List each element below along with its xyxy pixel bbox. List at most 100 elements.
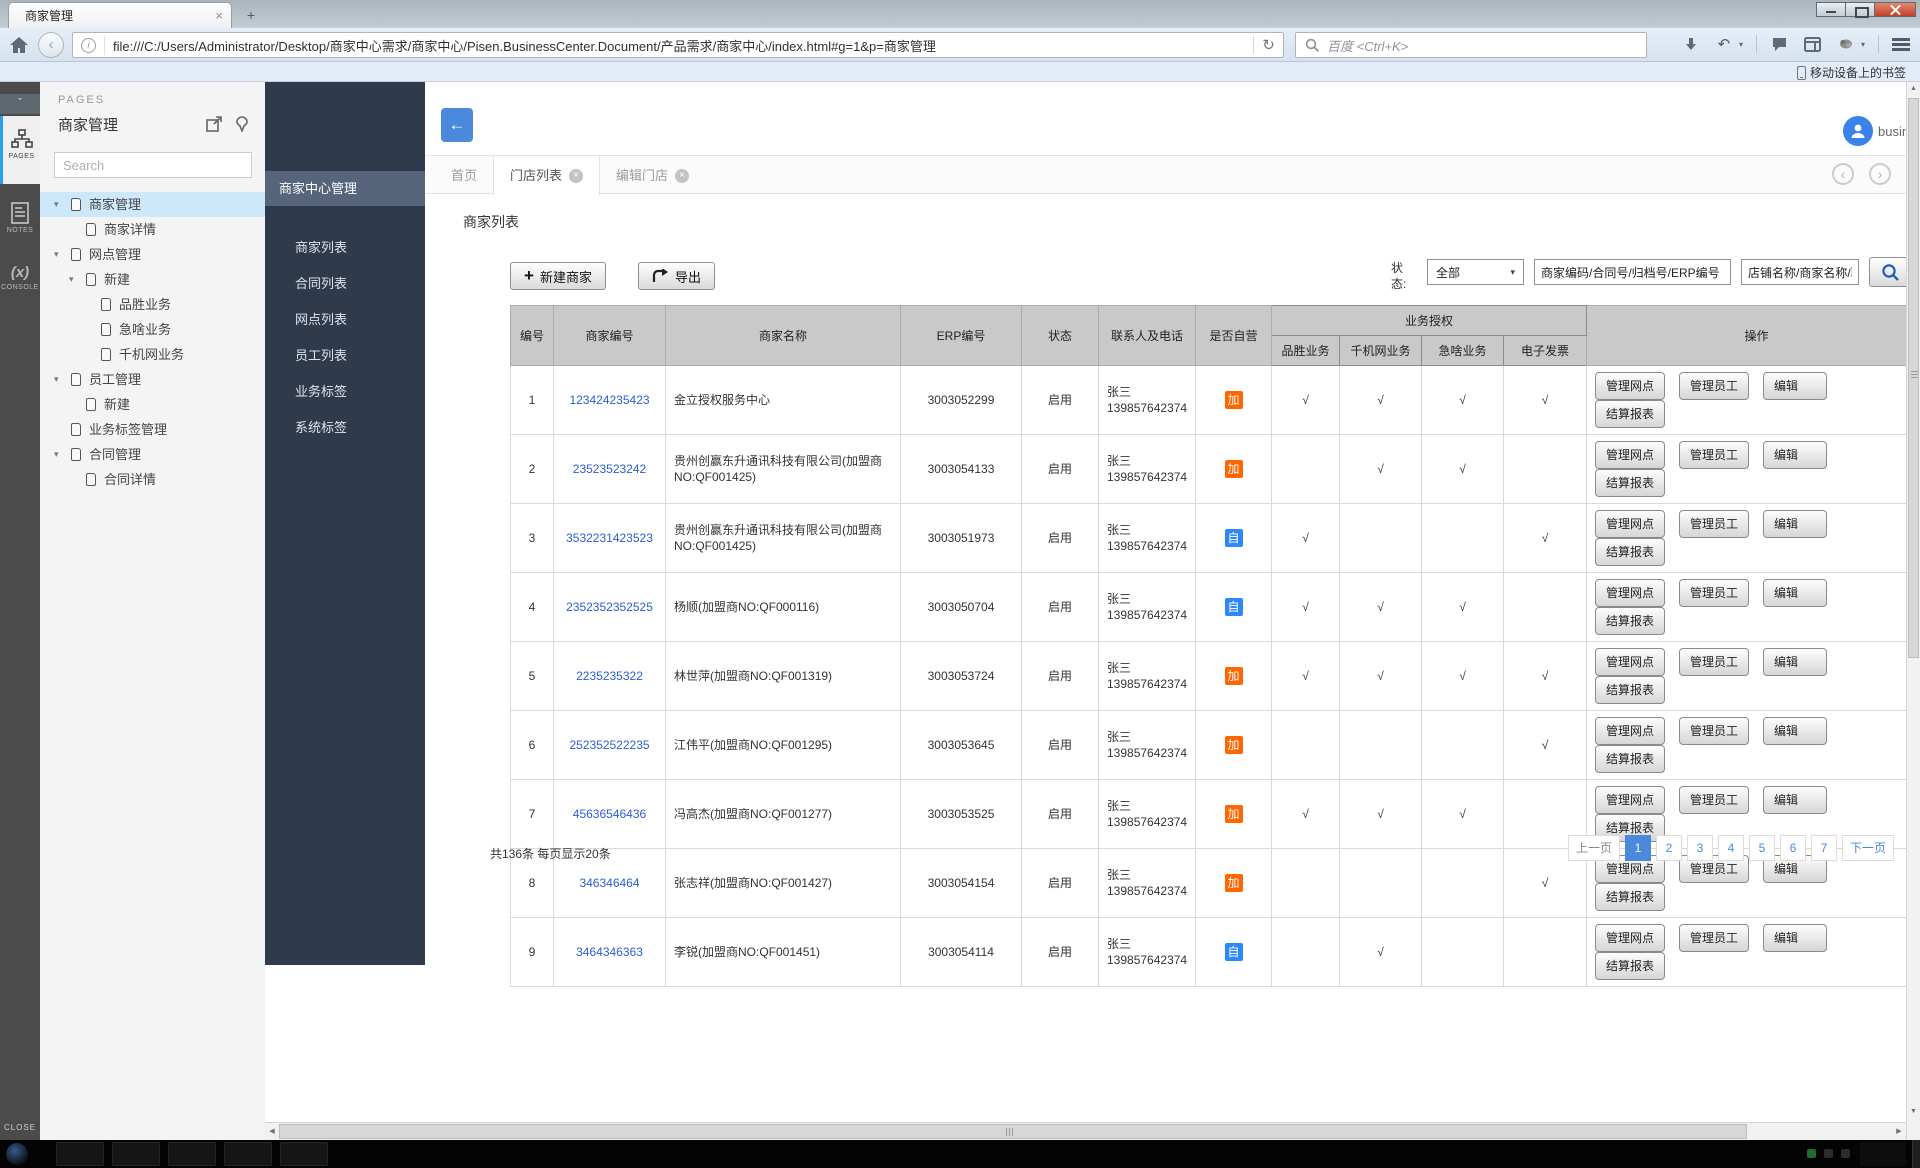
merchant-code-link[interactable]: 252352522235 bbox=[569, 738, 649, 752]
merchant-code-link[interactable]: 45636546436 bbox=[573, 807, 646, 821]
page-button-7[interactable]: 7 bbox=[1811, 835, 1837, 861]
tree-item[interactable]: 千机网业务 bbox=[40, 342, 265, 367]
merchant-code-link[interactable]: 2235235322 bbox=[576, 669, 643, 683]
status-select[interactable]: 全部 ▾ bbox=[1427, 259, 1524, 285]
content-tab[interactable]: 门店列表× bbox=[493, 156, 600, 195]
sidebar-item-6[interactable]: 系统标签 bbox=[265, 410, 425, 446]
page-button-3[interactable]: 3 bbox=[1687, 835, 1713, 861]
page-button-1[interactable]: 1 bbox=[1625, 835, 1651, 861]
action-button-管理网点[interactable]: 管理网点 bbox=[1595, 372, 1665, 400]
chat-icon[interactable] bbox=[1770, 34, 1790, 54]
action-button-管理员工[interactable]: 管理员工 bbox=[1679, 717, 1749, 745]
rail-item-pages[interactable]: PAGES bbox=[0, 116, 40, 184]
horizontal-scrollbar[interactable]: ◀ ▶ bbox=[265, 1122, 1906, 1140]
rail-close-button[interactable]: CLOSE bbox=[0, 1123, 40, 1132]
action-button-结算报表[interactable]: 结算报表 bbox=[1595, 469, 1665, 497]
action-button-结算报表[interactable]: 结算报表 bbox=[1595, 400, 1665, 428]
page-info-icon[interactable]: i bbox=[81, 38, 96, 53]
next-page-button[interactable]: 下一页 bbox=[1842, 835, 1894, 861]
action-button-管理网点[interactable]: 管理网点 bbox=[1595, 717, 1665, 745]
action-button-编辑[interactable]: 编辑 bbox=[1763, 510, 1827, 538]
start-button[interactable] bbox=[6, 1143, 28, 1165]
tray-icon[interactable] bbox=[1807, 1149, 1816, 1158]
merchant-code-link[interactable]: 3532231423523 bbox=[566, 531, 653, 545]
taskbar-app[interactable] bbox=[280, 1142, 328, 1166]
tree-item[interactable]: 新建 bbox=[40, 392, 265, 417]
shop-name-input[interactable] bbox=[1741, 259, 1859, 285]
action-button-管理网点[interactable]: 管理网点 bbox=[1595, 786, 1665, 814]
sidebar-item-1[interactable]: 商家列表 bbox=[265, 230, 425, 266]
taskbar-app[interactable] bbox=[224, 1142, 272, 1166]
content-tab[interactable]: 编辑门店× bbox=[600, 156, 705, 195]
home-icon[interactable] bbox=[8, 34, 30, 56]
action-button-管理员工[interactable]: 管理员工 bbox=[1679, 441, 1749, 469]
action-button-管理员工[interactable]: 管理员工 bbox=[1679, 579, 1749, 607]
avatar[interactable] bbox=[1843, 116, 1873, 146]
action-button-结算报表[interactable]: 结算报表 bbox=[1595, 952, 1665, 980]
tree-expand-icon[interactable]: ▾ bbox=[54, 442, 64, 467]
new-tab-button[interactable]: + bbox=[238, 6, 264, 25]
sidebar-item-4[interactable]: 员工列表 bbox=[265, 338, 425, 374]
action-button-管理员工[interactable]: 管理员工 bbox=[1679, 786, 1749, 814]
taskbar-app[interactable] bbox=[112, 1142, 160, 1166]
tree-item[interactable]: ▾新建 bbox=[40, 267, 265, 292]
search-button[interactable] bbox=[1869, 257, 1906, 287]
action-button-编辑[interactable]: 编辑 bbox=[1763, 579, 1827, 607]
new-merchant-button[interactable]: + 新建商家 bbox=[510, 262, 606, 290]
url-bar[interactable]: i file:///C:/Users/Administrator/Desktop… bbox=[72, 32, 1284, 58]
minimize-button[interactable] bbox=[1816, 2, 1846, 17]
merchant-code-link[interactable]: 3464346363 bbox=[576, 945, 643, 959]
scroll-down-icon[interactable]: ▼ bbox=[1907, 1108, 1920, 1115]
tree-expand-icon[interactable]: ▾ bbox=[54, 192, 64, 217]
action-button-管理员工[interactable]: 管理员工 bbox=[1679, 510, 1749, 538]
tree-expand-icon[interactable]: ▾ bbox=[54, 242, 64, 267]
action-button-结算报表[interactable]: 结算报表 bbox=[1595, 607, 1665, 635]
vertical-scroll-thumb[interactable] bbox=[1908, 98, 1919, 658]
sidebar-item-3[interactable]: 网点列表 bbox=[265, 302, 425, 338]
tab-scroll-right-button[interactable]: › bbox=[1869, 163, 1891, 185]
action-button-编辑[interactable]: 编辑 bbox=[1763, 786, 1827, 814]
action-button-编辑[interactable]: 编辑 bbox=[1763, 648, 1827, 676]
scroll-up-icon[interactable]: ▲ bbox=[1907, 85, 1920, 92]
page-button-4[interactable]: 4 bbox=[1718, 835, 1744, 861]
tray-icon[interactable] bbox=[1841, 1149, 1850, 1158]
reload-icon[interactable]: ↻ bbox=[1253, 36, 1283, 54]
menu-icon[interactable] bbox=[1892, 38, 1910, 51]
plugin-icon[interactable] bbox=[1836, 34, 1856, 54]
close-window-button[interactable] bbox=[1874, 2, 1916, 17]
clock-area[interactable] bbox=[1860, 1142, 1906, 1166]
tree-item[interactable]: 急啥业务 bbox=[40, 317, 265, 342]
action-button-管理网点[interactable]: 管理网点 bbox=[1595, 924, 1665, 952]
browser-search-box[interactable]: 百度 <Ctrl+K> bbox=[1295, 32, 1647, 58]
browser-back-button[interactable]: ‹ bbox=[38, 32, 64, 58]
tab-scroll-left-button[interactable]: ‹ bbox=[1832, 163, 1854, 185]
action-button-编辑[interactable]: 编辑 bbox=[1763, 372, 1827, 400]
action-button-管理网点[interactable]: 管理网点 bbox=[1595, 648, 1665, 676]
action-button-管理员工[interactable]: 管理员工 bbox=[1679, 924, 1749, 952]
action-button-编辑[interactable]: 编辑 bbox=[1763, 717, 1827, 745]
prev-page-button[interactable]: 上一页 bbox=[1568, 835, 1620, 861]
action-button-结算报表[interactable]: 结算报表 bbox=[1595, 745, 1665, 773]
page-button-5[interactable]: 5 bbox=[1749, 835, 1775, 861]
tree-item[interactable]: 商家详情 bbox=[40, 217, 265, 242]
pin-page-icon[interactable] bbox=[234, 116, 252, 134]
action-button-结算报表[interactable]: 结算报表 bbox=[1595, 538, 1665, 566]
merchant-code-link[interactable]: 123424235423 bbox=[569, 393, 649, 407]
browser-tab[interactable]: 商家管理 × bbox=[8, 2, 232, 28]
merchant-code-link[interactable]: 2352352352525 bbox=[566, 600, 653, 614]
tab-close-icon[interactable]: × bbox=[675, 169, 689, 183]
merchant-code-link[interactable]: 346346464 bbox=[579, 876, 639, 890]
action-button-管理网点[interactable]: 管理网点 bbox=[1595, 579, 1665, 607]
tree-item[interactable]: 品胜业务 bbox=[40, 292, 265, 317]
page-button-6[interactable]: 6 bbox=[1780, 835, 1806, 861]
page-button-2[interactable]: 2 bbox=[1656, 835, 1682, 861]
action-button-管理员工[interactable]: 管理员工 bbox=[1679, 372, 1749, 400]
taskbar-app[interactable] bbox=[168, 1142, 216, 1166]
tab-close-icon[interactable]: × bbox=[215, 8, 223, 23]
tree-item[interactable]: ▾合同管理 bbox=[40, 442, 265, 467]
content-tab[interactable]: 首页 bbox=[435, 156, 493, 195]
sidebar-item-5[interactable]: 业务标签 bbox=[265, 374, 425, 410]
tree-item[interactable]: 合同详情 bbox=[40, 467, 265, 492]
scroll-left-icon[interactable]: ◀ bbox=[265, 1123, 279, 1140]
export-button[interactable]: 导出 bbox=[638, 262, 715, 290]
